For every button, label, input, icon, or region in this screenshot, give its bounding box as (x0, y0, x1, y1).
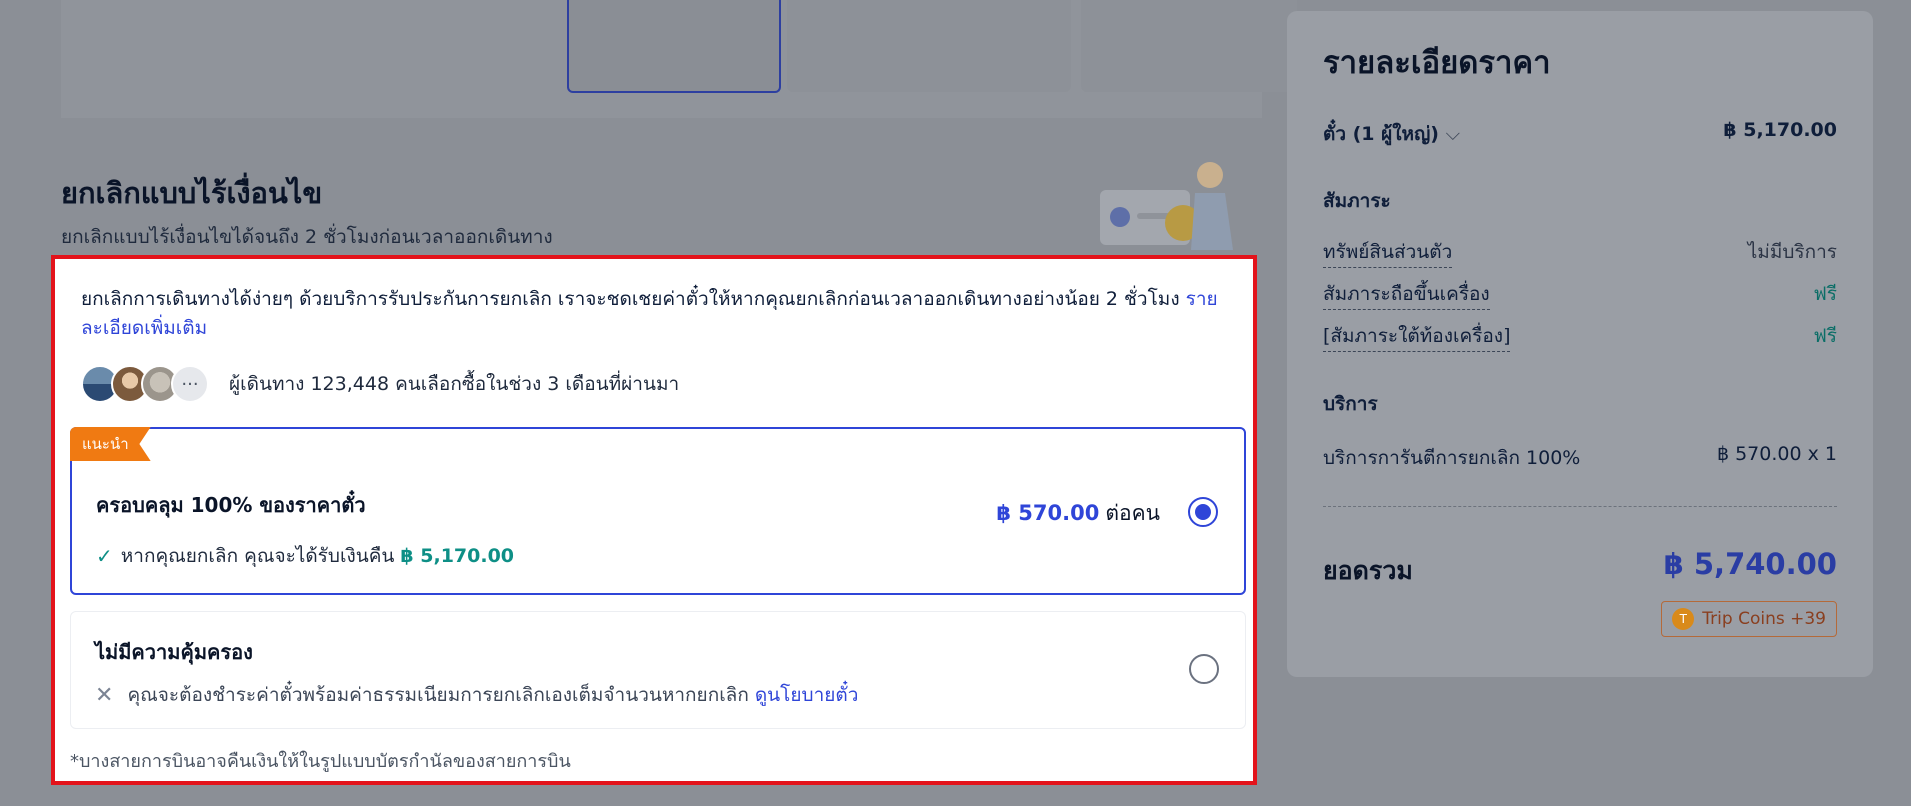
refund-benefit: ✓ หากคุณยกเลิก คุณจะได้รับเงินคืน ฿ 5,17… (96, 541, 514, 571)
social-proof: ··· ผู้เดินทาง 123,448 คนเลือกซื้อในช่วง… (81, 364, 679, 404)
total-label: ยอดรวม (1323, 556, 1413, 585)
ticket-label: ตั๋ว (1 ผู้ใหญ่) (1323, 123, 1439, 145)
chevron-down-icon: ⌵ (1445, 123, 1460, 145)
baggage-label[interactable]: ทรัพย์สินส่วนตัว (1323, 237, 1453, 268)
travellers-count-text: ผู้เดินทาง 123,448 คนเลือกซื้อในช่วง 3 เ… (229, 373, 680, 395)
coin-icon: T (1672, 608, 1695, 630)
baggage-value: ไม่มีบริการ (1747, 241, 1837, 263)
panel-title: รายละเอียดราคา (1323, 45, 1551, 81)
option-no-coverage[interactable]: ไม่มีความคุ้มครอง ✕ คุณจะต้องชำระค่าตั๋ว… (70, 611, 1246, 729)
no-coverage-note: ✕ คุณจะต้องชำระค่าตั๋วพร้อมค่าธรรมเนียมก… (95, 680, 858, 710)
recommended-badge: แนะนำ (70, 427, 151, 461)
service-label: บริการการันตีการยกเลิก 100% (1323, 447, 1581, 469)
baggage-value: ฟรี (1813, 325, 1837, 347)
x-icon: ✕ (95, 682, 114, 708)
radio-unselected[interactable] (1189, 654, 1219, 684)
price-unit: ต่อคน (1105, 501, 1160, 525)
trip-coins-badge: T Trip Coins +39 (1661, 601, 1837, 637)
check-icon: ✓ (96, 544, 113, 568)
trip-coins-text: Trip Coins +39 (1702, 609, 1826, 629)
baggage-label[interactable]: สัมภาระถือขึ้นเครื่อง (1323, 279, 1490, 310)
baggage-value: ฟรี (1813, 283, 1837, 305)
ticket-price: ฿ 5,170.00 (1723, 119, 1837, 141)
ticket-row: ตั๋ว (1 ผู้ใหญ่) ⌵ ฿ 5,170.00 (1323, 119, 1837, 149)
divider (1323, 506, 1837, 507)
refund-amount: ฿ 5,170.00 (400, 545, 515, 567)
option-card[interactable] (787, 0, 1071, 92)
service-row: บริการการันตีการยกเลิก 100% ฿ 570.00 x 1 (1323, 443, 1837, 473)
radio-selected[interactable] (1188, 497, 1218, 527)
footnote: *บางสายการบินอาจคืนเงินให้ในรูปแบบบัตรกำ… (70, 751, 571, 772)
selected-option-card[interactable] (567, 0, 781, 93)
benefit-text: หากคุณยกเลิก คุณจะได้รับเงินคืน (120, 545, 395, 567)
service-value: ฿ 570.00 x 1 (1716, 443, 1837, 465)
baggage-row: [สัมภาระใต้ท้องเครื่อง] ฟรี (1323, 321, 1837, 352)
services-heading-label: บริการ (1323, 393, 1378, 415)
option-card[interactable] (1081, 0, 1297, 92)
ticket-policy-link[interactable]: ดูนโยบายตั๋ว (755, 680, 859, 710)
section-title: ยกเลิกแบบไร้เงื่อนไข (61, 176, 323, 210)
insurance-illustration-icon (1100, 162, 1233, 250)
baggage-label[interactable]: [สัมภาระใต้ท้องเครื่อง] (1323, 321, 1511, 352)
baggage-row: สัมภาระถือขึ้นเครื่อง ฟรี (1323, 279, 1837, 310)
price-amount: ฿ 570.00 (996, 501, 1100, 525)
cancellation-insurance-panel: ยกเลิกการเดินทางได้ง่ายๆ ด้วยบริการรับปร… (51, 255, 1257, 785)
ticket-toggle[interactable]: ตั๋ว (1 ผู้ใหญ่) ⌵ (1323, 119, 1460, 149)
more-avatars-icon: ··· (171, 365, 209, 403)
baggage-row: ทรัพย์สินส่วนตัว ไม่มีบริการ (1323, 237, 1837, 268)
option-price: ฿ 570.00 ต่อคน (996, 497, 1160, 530)
section-subtitle: ยกเลิกแบบไร้เงื่อนไขได้จนถึง 2 ชั่วโมงก่… (61, 226, 553, 248)
baggage-heading-label: สัมภาระ (1323, 190, 1391, 212)
seat-options-strip (61, 0, 1297, 118)
option-full-coverage[interactable]: แนะนำ ครอบคลุม 100% ของราคาตั๋ว ฿ 570.00… (70, 427, 1246, 595)
option-title: ครอบคลุม 100% ของราคาตั๋ว (96, 493, 366, 517)
services-heading: บริการ (1323, 389, 1837, 419)
option-title: ไม่มีความคุ้มครอง (95, 640, 253, 664)
baggage-heading: สัมภาระ (1323, 186, 1837, 216)
intro-paragraph: ยกเลิกการเดินทางได้ง่ายๆ ด้วยบริการรับปร… (81, 285, 1231, 343)
no-coverage-text: คุณจะต้องชำระค่าตั๋วพร้อมค่าธรรมเนียมการ… (127, 684, 749, 706)
intro-text: ยกเลิกการเดินทางได้ง่ายๆ ด้วยบริการรับปร… (81, 288, 1180, 310)
total-amount: ฿ 5,740.00 (1663, 547, 1837, 581)
price-details-panel: รายละเอียดราคา ตั๋ว (1 ผู้ใหญ่) ⌵ ฿ 5,17… (1287, 11, 1873, 677)
avatar-group: ··· (81, 365, 209, 403)
